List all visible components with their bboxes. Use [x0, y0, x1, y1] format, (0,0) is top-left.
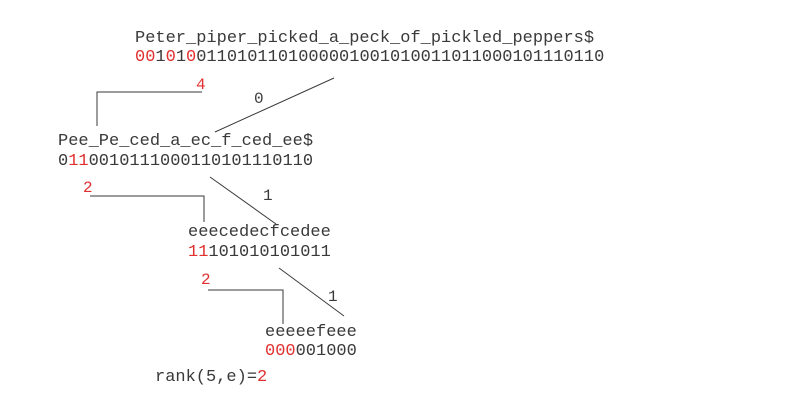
edge-level0-to-level1 — [214, 77, 335, 133]
bits-rest: 0010111000110101110110 — [88, 152, 314, 171]
bit-highlight: 11 — [188, 243, 209, 262]
rank-label-level0: 4 — [196, 76, 206, 94]
level3-bits: 000001000 — [265, 342, 357, 362]
level1-bits: 0110010111000110101110110 — [58, 152, 313, 172]
edge-bit-label-level1: 1 — [263, 187, 273, 205]
bit-highlight: 0 — [145, 48, 156, 67]
wavelet-tree-diagram: Peter_piper_picked_a_peck_of_pickled_pep… — [0, 0, 795, 400]
rank-bracket-level2 — [208, 289, 284, 324]
rank-label-level2: 2 — [201, 271, 211, 289]
rank-bracket-level1 — [90, 195, 205, 222]
bit-highlight: 0 — [165, 48, 176, 67]
rank-label-level1: 2 — [83, 179, 93, 197]
bit-plain: 1 — [155, 48, 166, 67]
bit-highlight: 11 — [68, 152, 89, 171]
level0-string: Peter_piper_picked_a_peck_of_pickled_pep… — [135, 29, 595, 48]
level0-bits: 0010100110101101000001001010011011000101… — [135, 48, 604, 68]
level1-string: Pee_Pe_ced_a_ec_f_ced_ee$ — [58, 132, 314, 151]
bit-highlight: 0 — [135, 48, 146, 67]
level3-string: eeeeefeee — [265, 323, 357, 342]
level2-bits: 11101010101011 — [188, 243, 331, 263]
level2-string: eeecedecfcedee — [188, 223, 331, 242]
bit-highlight: 000 — [265, 342, 296, 361]
rank-query-result: 2 — [257, 368, 268, 387]
bit-plain: 0 — [58, 152, 69, 171]
bits-rest: 0110101101000001001010011011000101110110 — [196, 48, 605, 67]
rank-query-expr: rank(5,e)= — [155, 368, 258, 387]
rank-query: rank(5,e)=2 — [155, 368, 267, 388]
rank-bracket-level0 — [96, 91, 202, 126]
bit-plain: 1 — [175, 48, 187, 67]
edge-bit-label-level2: 1 — [328, 288, 338, 306]
bits-rest: 101010101011 — [208, 243, 331, 262]
bit-highlight: 0 — [186, 48, 197, 67]
bits-rest: 001000 — [295, 342, 357, 361]
edge-bit-label-level0: 0 — [254, 90, 264, 108]
